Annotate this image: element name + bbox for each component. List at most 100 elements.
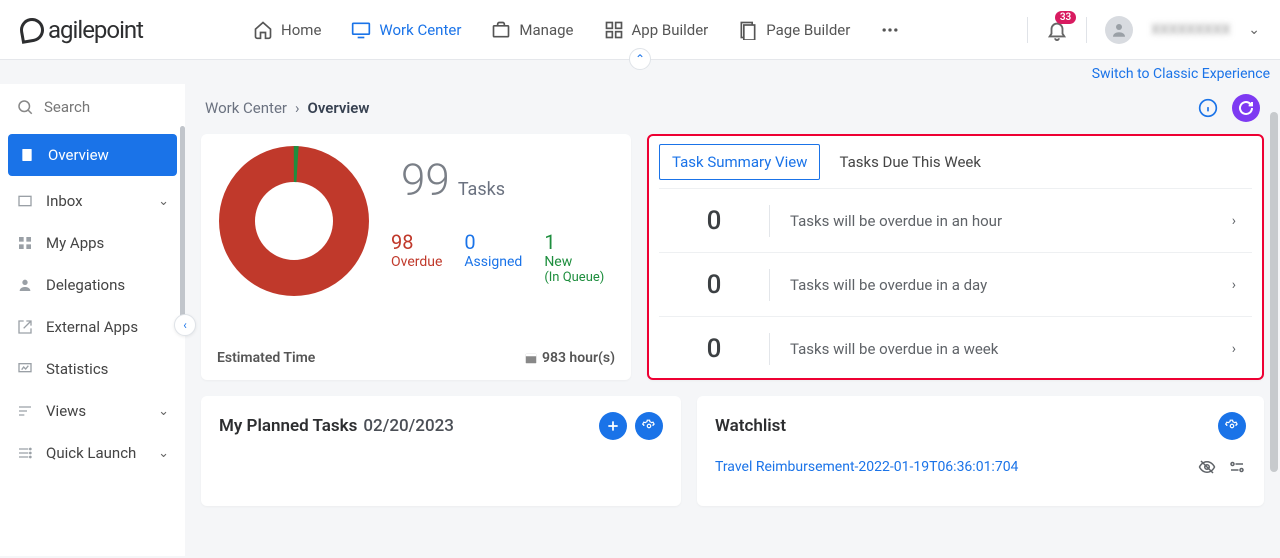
brand-logo: agilepoint bbox=[20, 16, 143, 44]
tasks-total-number: 99 bbox=[401, 154, 450, 206]
home-icon bbox=[253, 20, 273, 40]
watchlist-settings-button[interactable] bbox=[1218, 412, 1246, 440]
my-planned-tasks-card: My Planned Tasks 02/20/2023 bbox=[201, 396, 681, 506]
estimated-value: 983 hour(s) bbox=[542, 350, 615, 366]
stat-assigned[interactable]: 0 Assigned bbox=[464, 230, 522, 285]
sidebar-item-label: My Apps bbox=[46, 234, 104, 252]
watchlist-item: Travel Reimbursement-2022-01-19T06:36:01… bbox=[715, 458, 1246, 476]
top-nav: Home Work Center Manage App Builder Page… bbox=[253, 20, 900, 40]
search-placeholder: Search bbox=[44, 98, 90, 116]
sidebar-search[interactable]: Search bbox=[0, 84, 185, 130]
unwatch-icon[interactable] bbox=[1198, 458, 1216, 476]
clipboard-icon bbox=[18, 146, 36, 164]
ellipsis-icon bbox=[880, 20, 900, 40]
stat-number: 98 bbox=[391, 230, 442, 254]
sidebar-item-label: Inbox bbox=[46, 192, 83, 210]
nav-work-center[interactable]: Work Center bbox=[351, 20, 461, 40]
breadcrumb: Work Center › Overview bbox=[201, 84, 1264, 134]
task-summary-view-card: Task Summary View Tasks Due This Week 0 … bbox=[647, 134, 1264, 380]
divider bbox=[1027, 17, 1028, 43]
avatar[interactable] bbox=[1105, 16, 1133, 44]
tab-tasks-due-this-week[interactable]: Tasks Due This Week bbox=[826, 144, 994, 180]
divider bbox=[1086, 17, 1087, 43]
chevron-down-icon[interactable]: ⌄ bbox=[1248, 22, 1260, 38]
summary-row-week[interactable]: 0 Tasks will be overdue in a week › bbox=[659, 316, 1252, 380]
sidebar-item-label: Views bbox=[46, 402, 86, 420]
planned-date: 02/20/2023 bbox=[363, 416, 454, 436]
estimated-time-row: Estimated Time 983 hour(s) bbox=[217, 344, 615, 366]
summary-count: 0 bbox=[659, 270, 769, 300]
sidebar: Search Overview Inbox ⌄ My Apps Delegati… bbox=[0, 84, 185, 556]
refresh-button[interactable] bbox=[1232, 94, 1260, 122]
chevron-down-icon: ⌄ bbox=[158, 194, 169, 209]
sidebar-item-my-apps[interactable]: My Apps bbox=[0, 222, 185, 264]
nav-home[interactable]: Home bbox=[253, 20, 321, 40]
tasks-donut-chart bbox=[219, 146, 369, 296]
stats-icon bbox=[16, 360, 34, 378]
summary-row-hour[interactable]: 0 Tasks will be overdue in an hour › bbox=[659, 188, 1252, 252]
nav-label: App Builder bbox=[632, 21, 709, 39]
breadcrumb-parent[interactable]: Work Center bbox=[205, 99, 287, 117]
sidebar-item-label: Quick Launch bbox=[46, 444, 136, 462]
stat-label: Overdue bbox=[391, 254, 442, 270]
chevron-right-icon: › bbox=[1232, 213, 1252, 229]
breadcrumb-separator: › bbox=[295, 99, 300, 117]
sidebar-item-label: Delegations bbox=[46, 276, 125, 294]
summary-text: Tasks will be overdue in a day bbox=[770, 276, 1232, 294]
summary-text: Tasks will be overdue in an hour bbox=[770, 212, 1232, 230]
stat-label: New bbox=[544, 254, 604, 270]
sidebar-item-views[interactable]: Views ⌄ bbox=[0, 390, 185, 432]
sidebar-item-delegations[interactable]: Delegations bbox=[0, 264, 185, 306]
briefcase-icon bbox=[491, 20, 511, 40]
grid-icon bbox=[604, 20, 624, 40]
summary-row-day[interactable]: 0 Tasks will be overdue in a day › bbox=[659, 252, 1252, 316]
calendar-icon bbox=[524, 351, 538, 365]
sidebar-item-inbox[interactable]: Inbox ⌄ bbox=[0, 180, 185, 222]
quick-icon bbox=[16, 444, 34, 462]
stat-label: Assigned bbox=[464, 254, 522, 270]
nav-manage[interactable]: Manage bbox=[491, 20, 573, 40]
inbox-icon bbox=[16, 192, 34, 210]
summary-tabs: Task Summary View Tasks Due This Week bbox=[659, 144, 1252, 180]
estimated-label: Estimated Time bbox=[217, 350, 315, 366]
sidebar-item-quick-launch[interactable]: Quick Launch ⌄ bbox=[0, 432, 185, 474]
watchlist-title: Watchlist bbox=[715, 416, 786, 436]
sidebar-item-overview[interactable]: Overview bbox=[8, 134, 177, 176]
tasks-total: 99 Tasks bbox=[401, 154, 505, 206]
tasks-total-label: Tasks bbox=[458, 179, 505, 200]
views-icon bbox=[16, 402, 34, 420]
summary-count: 0 bbox=[659, 206, 769, 236]
chevron-right-icon: › bbox=[1232, 277, 1252, 293]
nav-app-builder[interactable]: App Builder bbox=[604, 20, 709, 40]
planned-title: My Planned Tasks bbox=[219, 416, 357, 436]
stat-overdue[interactable]: 98 Overdue bbox=[391, 230, 442, 285]
nav-more[interactable] bbox=[880, 20, 900, 40]
chevron-right-icon: › bbox=[1232, 341, 1252, 357]
stat-new[interactable]: 1 New (In Queue) bbox=[544, 230, 604, 285]
external-icon bbox=[16, 318, 34, 336]
watch-options-icon[interactable] bbox=[1228, 458, 1246, 476]
sidebar-item-label: External Apps bbox=[46, 318, 138, 336]
apps-icon bbox=[16, 234, 34, 252]
sidebar-item-external-apps[interactable]: External Apps bbox=[0, 306, 185, 348]
nav-label: Work Center bbox=[379, 21, 461, 39]
search-icon bbox=[16, 98, 34, 116]
tab-task-summary-view[interactable]: Task Summary View bbox=[659, 144, 820, 180]
notifications-button[interactable]: 33 bbox=[1046, 19, 1068, 41]
planned-settings-button[interactable] bbox=[635, 412, 663, 440]
nav-page-builder[interactable]: Page Builder bbox=[738, 20, 850, 40]
stat-sublabel: (In Queue) bbox=[544, 270, 604, 285]
header-expand-toggle[interactable]: ⌃ bbox=[629, 48, 651, 70]
content-scrollbar[interactable] bbox=[1270, 112, 1278, 472]
info-button[interactable] bbox=[1198, 98, 1218, 118]
content-area: Work Center › Overview 99 Tasks bbox=[185, 84, 1280, 556]
watchlist-link[interactable]: Travel Reimbursement-2022-01-19T06:36:01… bbox=[715, 459, 1018, 475]
switch-classic-link[interactable]: Switch to Classic Experience bbox=[1092, 66, 1270, 82]
brand-logo-text: agilepoint bbox=[48, 16, 143, 44]
summary-text: Tasks will be overdue in a week bbox=[770, 340, 1232, 358]
sidebar-item-label: Statistics bbox=[46, 360, 108, 378]
add-planned-task-button[interactable] bbox=[599, 412, 627, 440]
tasks-summary-card: 99 Tasks 98 Overdue 0 Assigned 1 New bbox=[201, 134, 631, 380]
sidebar-item-statistics[interactable]: Statistics bbox=[0, 348, 185, 390]
username-label: XXXXXXXXX bbox=[1151, 22, 1230, 38]
